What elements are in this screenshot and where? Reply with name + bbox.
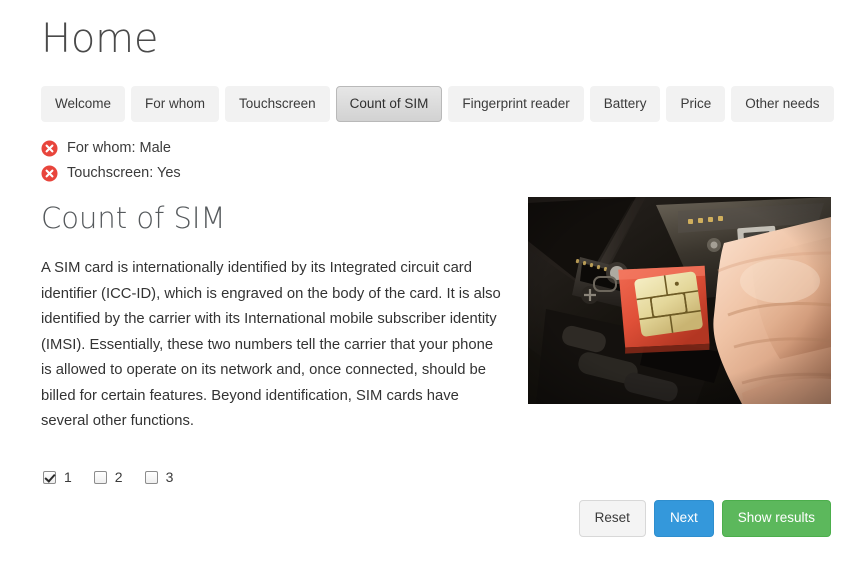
checkbox-option-2[interactable] — [93, 470, 107, 484]
tab-touchscreen[interactable]: Touchscreen — [225, 86, 330, 122]
answer-item-for-whom: For whom: Male — [41, 136, 181, 160]
remove-answer-icon[interactable] — [41, 165, 58, 182]
answer-label-touchscreen: Touchscreen: Yes — [67, 164, 181, 181]
tab-for-whom[interactable]: For whom — [131, 86, 220, 122]
checkbox-option-1[interactable] — [43, 470, 56, 484]
tab-price[interactable]: Price — [666, 86, 726, 122]
remove-answer-icon[interactable] — [41, 140, 58, 157]
reset-button[interactable]: Reset — [578, 500, 646, 537]
option-label-3: 3 — [165, 469, 174, 485]
tab-other-needs[interactable]: Other needs — [731, 86, 834, 122]
option-label-1: 1 — [64, 469, 72, 485]
section-paragraph: A SIM card is internationally identified… — [41, 260, 501, 429]
show-results-button[interactable]: Show results — [721, 500, 831, 537]
sim-card-photo-graphic — [528, 197, 831, 404]
tab-welcome[interactable]: Welcome — [41, 86, 126, 122]
section-heading: Count of SIM — [41, 201, 226, 235]
tab-fingerprint-reader[interactable]: Fingerprint reader — [448, 86, 584, 122]
next-button[interactable]: Next — [653, 500, 714, 537]
sim-card-photo — [528, 197, 831, 404]
selected-answers-list: For whom: Male Touchscreen: Yes — [41, 136, 181, 186]
tab-count-of-sim[interactable]: Count of SIM — [335, 86, 443, 122]
option-1[interactable]: 1 — [43, 470, 72, 484]
checkbox-option-3[interactable] — [144, 470, 158, 484]
page-title: Home — [41, 16, 159, 62]
sim-count-options: 1 2 3 — [43, 470, 195, 484]
tab-battery[interactable]: Battery — [589, 86, 661, 122]
page-root: Home Welcome For whom Touchscreen Count … — [0, 0, 860, 580]
answer-item-touchscreen: Touchscreen: Yes — [41, 161, 181, 185]
option-3[interactable]: 3 — [144, 469, 174, 485]
questionnaire-tabs: Welcome For whom Touchscreen Count of SI… — [41, 86, 834, 122]
option-label-2: 2 — [114, 469, 123, 485]
form-actions: Reset Next Show results — [578, 500, 831, 537]
answer-label-for-whom: For whom: Male — [67, 139, 171, 156]
option-2[interactable]: 2 — [93, 469, 123, 485]
